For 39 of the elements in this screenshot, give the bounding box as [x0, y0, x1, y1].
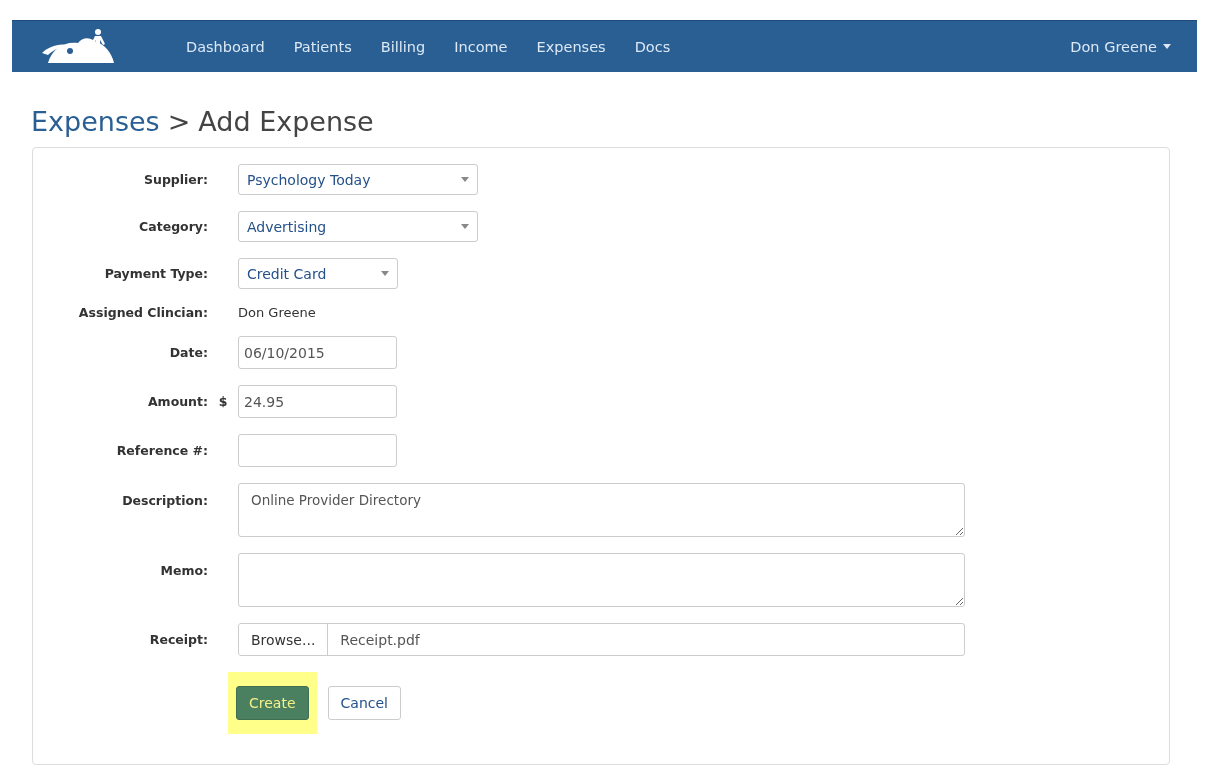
- user-menu[interactable]: Don Greene: [1070, 38, 1171, 55]
- dropdown[interactable]: Psychology Today: [238, 164, 478, 195]
- nav-link[interactable]: Docs: [634, 38, 671, 55]
- dropdown[interactable]: Advertising: [238, 211, 478, 242]
- caret-icon: [1163, 44, 1171, 49]
- create-button[interactable]: Create: [236, 686, 309, 720]
- browse-button[interactable]: Browse...: [239, 624, 329, 655]
- field-label: Amount:: [147, 394, 208, 409]
- nav-link[interactable]: Billing: [380, 38, 426, 55]
- breadcrumb-link[interactable]: Expenses: [31, 106, 160, 137]
- field-label: Category:: [139, 219, 208, 234]
- nav-link[interactable]: Income: [454, 38, 508, 55]
- input-field[interactable]: 06/10/2015: [238, 336, 397, 369]
- page-title: Add Expense: [198, 106, 374, 137]
- caret-icon: [461, 177, 469, 182]
- field-value: Don Greene: [238, 305, 316, 320]
- field-label: Reference #:: [116, 443, 208, 458]
- field-label: Date:: [169, 345, 208, 360]
- field-label: Payment Type:: [104, 266, 208, 281]
- file-field[interactable]: Browse... Receipt.pdf: [238, 623, 965, 656]
- field-label: Memo:: [160, 562, 208, 578]
- field-label: Supplier:: [144, 172, 208, 187]
- input-field[interactable]: [238, 434, 397, 467]
- nav-link[interactable]: Dashboard: [186, 38, 265, 55]
- file-name: Receipt.pdf: [339, 631, 421, 648]
- cancel-button[interactable]: Cancel: [327, 686, 401, 720]
- breadcrumb-separator: >: [167, 106, 191, 137]
- field-label: Assigned Clincian:: [78, 305, 208, 320]
- field-label: Receipt:: [149, 632, 208, 647]
- text-area[interactable]: Online Provider Directory: [238, 483, 965, 537]
- dropdown[interactable]: Credit Card: [238, 258, 398, 289]
- field-label: Description:: [122, 492, 208, 508]
- caret-icon: [381, 271, 389, 276]
- input-field[interactable]: 24.95: [238, 385, 397, 418]
- text-area[interactable]: [238, 553, 965, 607]
- caret-icon: [461, 224, 469, 229]
- currency-prefix: $: [218, 394, 228, 409]
- nav-link[interactable]: Expenses: [536, 38, 606, 55]
- nav-link[interactable]: Patients: [293, 38, 352, 55]
